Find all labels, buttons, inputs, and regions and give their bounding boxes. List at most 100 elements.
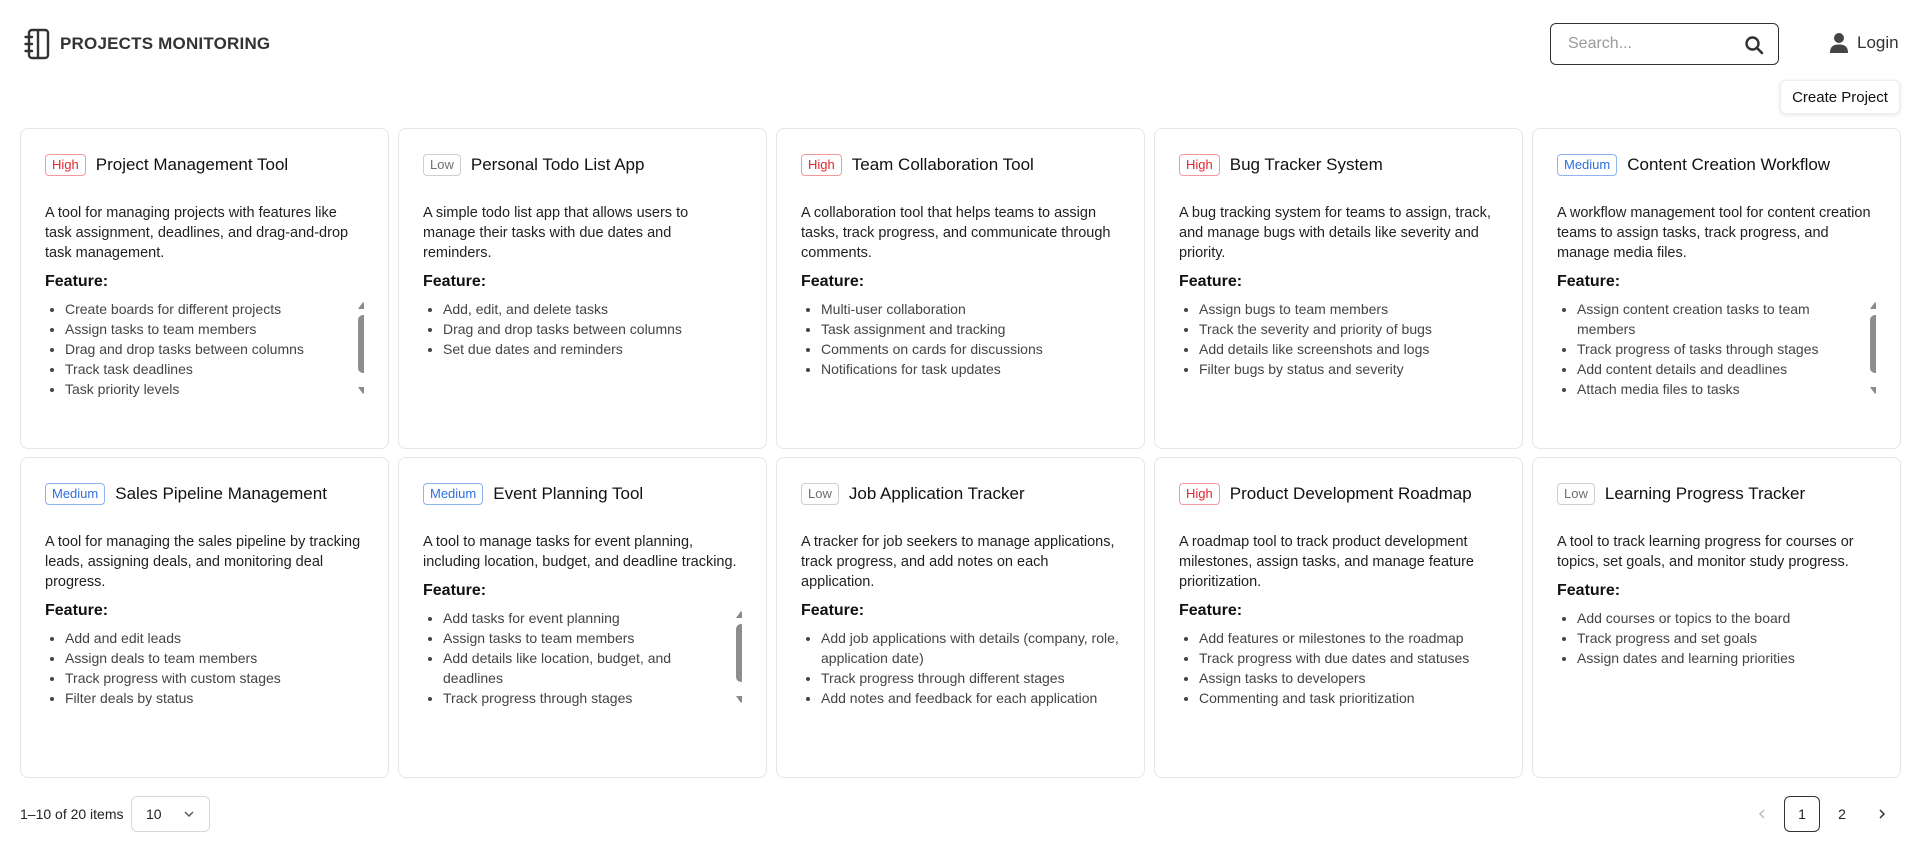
brand: PROJECTS MONITORING [24, 28, 270, 60]
page-size-select[interactable]: 10 [131, 796, 210, 832]
feature-item: Add job applications with details (compa… [821, 628, 1120, 668]
card-header: High Project Management Tool [45, 153, 364, 177]
feature-heading: Feature: [45, 602, 109, 619]
feature-list-container: Add, edit, and delete tasksDrag and drop… [423, 299, 742, 401]
priority-badge: Medium [1557, 154, 1618, 176]
scrollbar-thumb[interactable] [736, 624, 742, 682]
search-icon[interactable] [1744, 35, 1764, 55]
card-title: Product Development Roadmap [1229, 484, 1472, 503]
card-header: High Team Collaboration Tool [801, 153, 1120, 177]
project-card[interactable]: Low Personal Todo List App A simple todo l… [398, 128, 767, 449]
feature-item: Add details like screenshots and logs [1199, 339, 1498, 359]
feature-item: Track progress through different stages [821, 668, 1120, 688]
card-description: A tracker for job seekers to manage appl… [801, 534, 1115, 590]
search-box [1550, 23, 1779, 65]
feature-scrollbar[interactable] [1868, 299, 1876, 397]
project-card[interactable]: Medium Sales Pipeline Management A tool fo… [20, 457, 389, 778]
card-header: High Product Development Roadmap [1179, 482, 1498, 506]
feature-scrollbar[interactable] [356, 299, 364, 397]
card-title: Team Collaboration Tool [851, 155, 1034, 174]
card-header: Medium Event Planning Tool [423, 482, 742, 506]
feature-list-container: Add job applications with details (compa… [801, 628, 1120, 730]
project-card[interactable]: Low Job Application Tracker A tracker for … [776, 457, 1145, 778]
login-button[interactable]: Login [1829, 32, 1899, 54]
feature-list: Add tasks for event planningAssign tasks… [423, 608, 724, 708]
project-card[interactable]: Medium Event Planning Tool A tool to manag… [398, 457, 767, 778]
search-input[interactable] [1551, 35, 1741, 53]
feature-item: Add details like location, budget, and d… [443, 648, 724, 688]
feature-item: Assign tasks to developers [1199, 668, 1498, 688]
feature-list-container: Add tasks for event planningAssign tasks… [423, 608, 742, 710]
chevron-right-icon [1879, 809, 1886, 819]
feature-list: Assign bugs to team membersTrack the sev… [1179, 299, 1498, 379]
card-header: Low Job Application Tracker [801, 482, 1120, 506]
feature-item: Assign bugs to team members [1199, 299, 1498, 319]
feature-item: Multi-user collaboration [821, 299, 1120, 319]
page-1-button[interactable]: 1 [1784, 796, 1820, 832]
scroll-down-arrow-icon[interactable] [358, 387, 364, 394]
card-header: Medium Content Creation Workflow [1557, 153, 1876, 177]
feature-list: Multi-user collaborationTask assignment … [801, 299, 1120, 379]
feature-item: Assign deals to team members [65, 648, 364, 668]
scrollbar-thumb[interactable] [1870, 315, 1876, 373]
feature-list-container: Multi-user collaborationTask assignment … [801, 299, 1120, 401]
feature-item: Commenting and task prioritization [1199, 688, 1498, 708]
priority-badge: High [801, 154, 842, 176]
feature-item: Assign tasks to team members [443, 628, 724, 648]
item-range-text: 1–10 of 20 items [20, 806, 124, 822]
feature-item: Drag and drop tasks between columns [443, 319, 742, 339]
feature-list-container: Create boards for different projectsAssi… [45, 299, 364, 401]
priority-badge: Low [1557, 483, 1595, 505]
prev-page-button[interactable] [1744, 796, 1780, 832]
feature-item: Track progress through stages [443, 688, 724, 708]
feature-scrollbar[interactable] [734, 608, 742, 706]
page-2-button[interactable]: 2 [1824, 796, 1860, 832]
feature-item: Assign dates and learning priorities [1577, 648, 1876, 668]
scroll-up-arrow-icon[interactable] [736, 611, 742, 618]
feature-item: Task assignment and tracking [821, 319, 1120, 339]
card-title: Learning Progress Tracker [1604, 484, 1806, 503]
card-description: A tool for managing projects with featur… [45, 205, 349, 261]
feature-item: Drag and drop tasks between columns [65, 339, 346, 359]
feature-list-container: Assign content creation tasks to team me… [1557, 299, 1876, 401]
feature-item: Add content details and deadlines [1577, 359, 1858, 379]
priority-badge: High [1179, 154, 1220, 176]
feature-heading: Feature: [423, 273, 487, 290]
feature-list-container: Add features or milestones to the roadma… [1179, 628, 1498, 730]
feature-heading: Feature: [1179, 273, 1243, 290]
scroll-down-arrow-icon[interactable] [736, 696, 742, 703]
card-title: Job Application Tracker [848, 484, 1025, 503]
card-header: Medium Sales Pipeline Management [45, 482, 364, 506]
priority-badge: High [45, 154, 86, 176]
next-page-button[interactable] [1864, 796, 1900, 832]
feature-item: Add features or milestones to the roadma… [1199, 628, 1498, 648]
card-description: A workflow management tool for content c… [1557, 205, 1871, 261]
notebook-icon [24, 28, 50, 60]
create-project-button[interactable]: Create Project [1780, 80, 1900, 114]
project-card[interactable]: High Team Collaboration Tool A collaborati… [776, 128, 1145, 449]
project-card[interactable]: High Product Development Roadmap A roadmap… [1154, 457, 1523, 778]
card-title: Event Planning Tool [493, 484, 644, 503]
scroll-up-arrow-icon[interactable] [358, 302, 364, 309]
scroll-down-arrow-icon[interactable] [1870, 387, 1876, 394]
card-header: Low Learning Progress Tracker [1557, 482, 1876, 506]
priority-badge: Medium [423, 483, 484, 505]
feature-item: Assign tasks to team members [65, 319, 346, 339]
feature-heading: Feature: [801, 273, 865, 290]
feature-heading: Feature: [423, 582, 487, 599]
card-title: Bug Tracker System [1229, 155, 1383, 174]
feature-item: Add and edit leads [65, 628, 364, 648]
feature-item: Attach media files to tasks [1577, 379, 1858, 399]
scroll-up-arrow-icon[interactable] [1870, 302, 1876, 309]
feature-item: Track progress and set goals [1577, 628, 1876, 648]
card-description: A simple todo list app that allows users… [423, 205, 689, 261]
project-card[interactable]: Medium Content Creation Workflow A workflo… [1532, 128, 1901, 449]
priority-badge: Low [423, 154, 461, 176]
card-header: Low Personal Todo List App [423, 153, 742, 177]
project-card[interactable]: Low Learning Progress Tracker A tool to tr… [1532, 457, 1901, 778]
scrollbar-thumb[interactable] [358, 315, 364, 373]
feature-item: Filter deals by status [65, 688, 364, 708]
priority-badge: Medium [45, 483, 106, 505]
project-card[interactable]: High Bug Tracker System A bug tracking sys… [1154, 128, 1523, 449]
project-card[interactable]: High Project Management Tool A tool for ma… [20, 128, 389, 449]
